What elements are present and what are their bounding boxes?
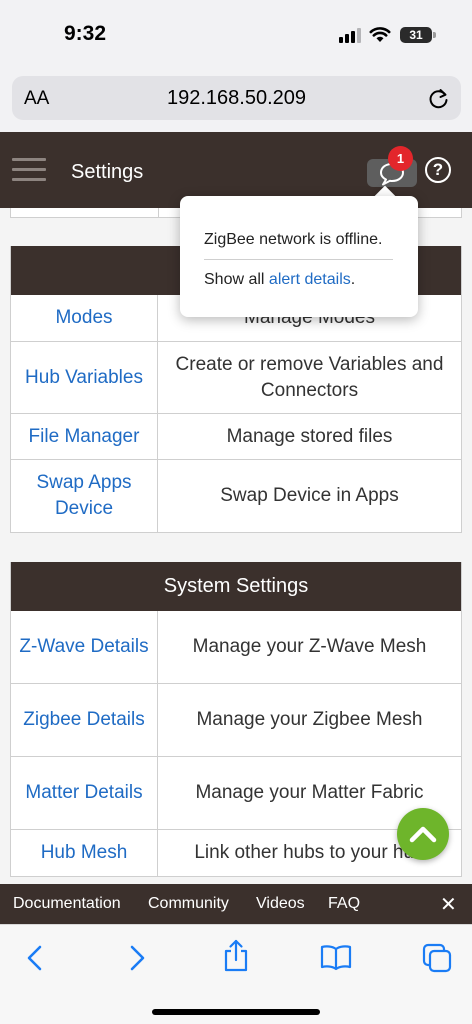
alert-message: ZigBee network is offline.	[204, 231, 383, 248]
table-row: Hub Variables Create or remove Variables…	[11, 342, 461, 414]
show-all-suffix: .	[350, 271, 356, 288]
tabs-icon[interactable]	[422, 943, 452, 973]
hamburger-menu-icon[interactable]	[12, 158, 46, 182]
reload-icon[interactable]	[428, 86, 450, 110]
documentation-link[interactable]: Documentation	[13, 895, 121, 913]
scroll-to-top-button[interactable]	[397, 808, 449, 860]
chevron-right-icon[interactable]	[126, 943, 148, 973]
swap-apps-device-link[interactable]: Swap Apps Device	[11, 460, 158, 532]
table-row: Matter Details Manage your Matter Fabric	[11, 757, 461, 830]
videos-link[interactable]: Videos	[256, 895, 305, 913]
home-indicator	[152, 1009, 320, 1015]
table-row: File Manager Manage stored files	[11, 414, 461, 460]
cellular-signal-icon	[339, 28, 361, 43]
modes-link[interactable]: Modes	[11, 295, 158, 341]
battery-tip	[433, 32, 436, 38]
hub-mesh-link[interactable]: Hub Mesh	[11, 830, 158, 876]
show-all-prefix: Show all	[204, 271, 269, 288]
chevron-left-icon[interactable]	[24, 943, 46, 973]
row-description: Manage your Z-Wave Mesh	[192, 636, 427, 657]
faq-link[interactable]: FAQ	[328, 895, 360, 913]
page-title: Settings	[71, 161, 144, 183]
alert-details-link[interactable]: alert details	[269, 271, 351, 288]
chevron-up-icon	[409, 826, 437, 843]
browser-chrome: AA 192.168.50.209	[0, 68, 472, 132]
help-icon[interactable]: ?	[425, 157, 451, 183]
popover-divider	[204, 259, 393, 260]
alert-popover: ZigBee network is offline. Show all aler…	[180, 196, 418, 317]
address-bar[interactable]: AA 192.168.50.209	[12, 76, 461, 120]
wifi-icon	[369, 27, 391, 42]
system-settings-section: System Settings Z-Wave Details Manage yo…	[10, 562, 462, 877]
table-row: Zigbee Details Manage your Zigbee Mesh	[11, 684, 461, 757]
show-all-alerts: Show all alert details.	[204, 271, 355, 289]
table-row: Hub Mesh Link other hubs to your hub	[11, 830, 461, 877]
battery-icon: 31	[400, 27, 432, 43]
table-row: Z-Wave Details Manage your Z-Wave Mesh	[11, 611, 461, 684]
zwave-details-link[interactable]: Z-Wave Details	[11, 611, 158, 683]
row-description: Manage stored files	[226, 425, 393, 447]
book-icon[interactable]	[320, 943, 352, 971]
section-header: System Settings	[11, 562, 461, 611]
row-description: Manage your Zigbee Mesh	[196, 709, 423, 730]
community-link[interactable]: Community	[148, 895, 229, 913]
share-icon[interactable]	[222, 939, 250, 973]
url-text[interactable]: 192.168.50.209	[12, 87, 461, 110]
browser-toolbar	[0, 924, 472, 1024]
status-bar: 9:32 31	[0, 0, 472, 68]
hub-variables-link[interactable]: Hub Variables	[11, 342, 158, 413]
status-time: 9:32	[64, 22, 107, 45]
matter-details-link[interactable]: Matter Details	[11, 757, 158, 829]
close-icon[interactable]: ✕	[440, 892, 457, 917]
notification-badge: 1	[388, 146, 413, 171]
table-row: Swap Apps Device Swap Device in Apps	[11, 460, 461, 533]
file-manager-link[interactable]: File Manager	[11, 414, 158, 459]
zigbee-details-link[interactable]: Zigbee Details	[11, 684, 158, 756]
footer-bar: Documentation Community Videos FAQ ✕	[0, 884, 472, 924]
row-description: Swap Device in Apps	[220, 485, 399, 506]
row-description: Create or remove Variables and Connector…	[175, 353, 444, 401]
